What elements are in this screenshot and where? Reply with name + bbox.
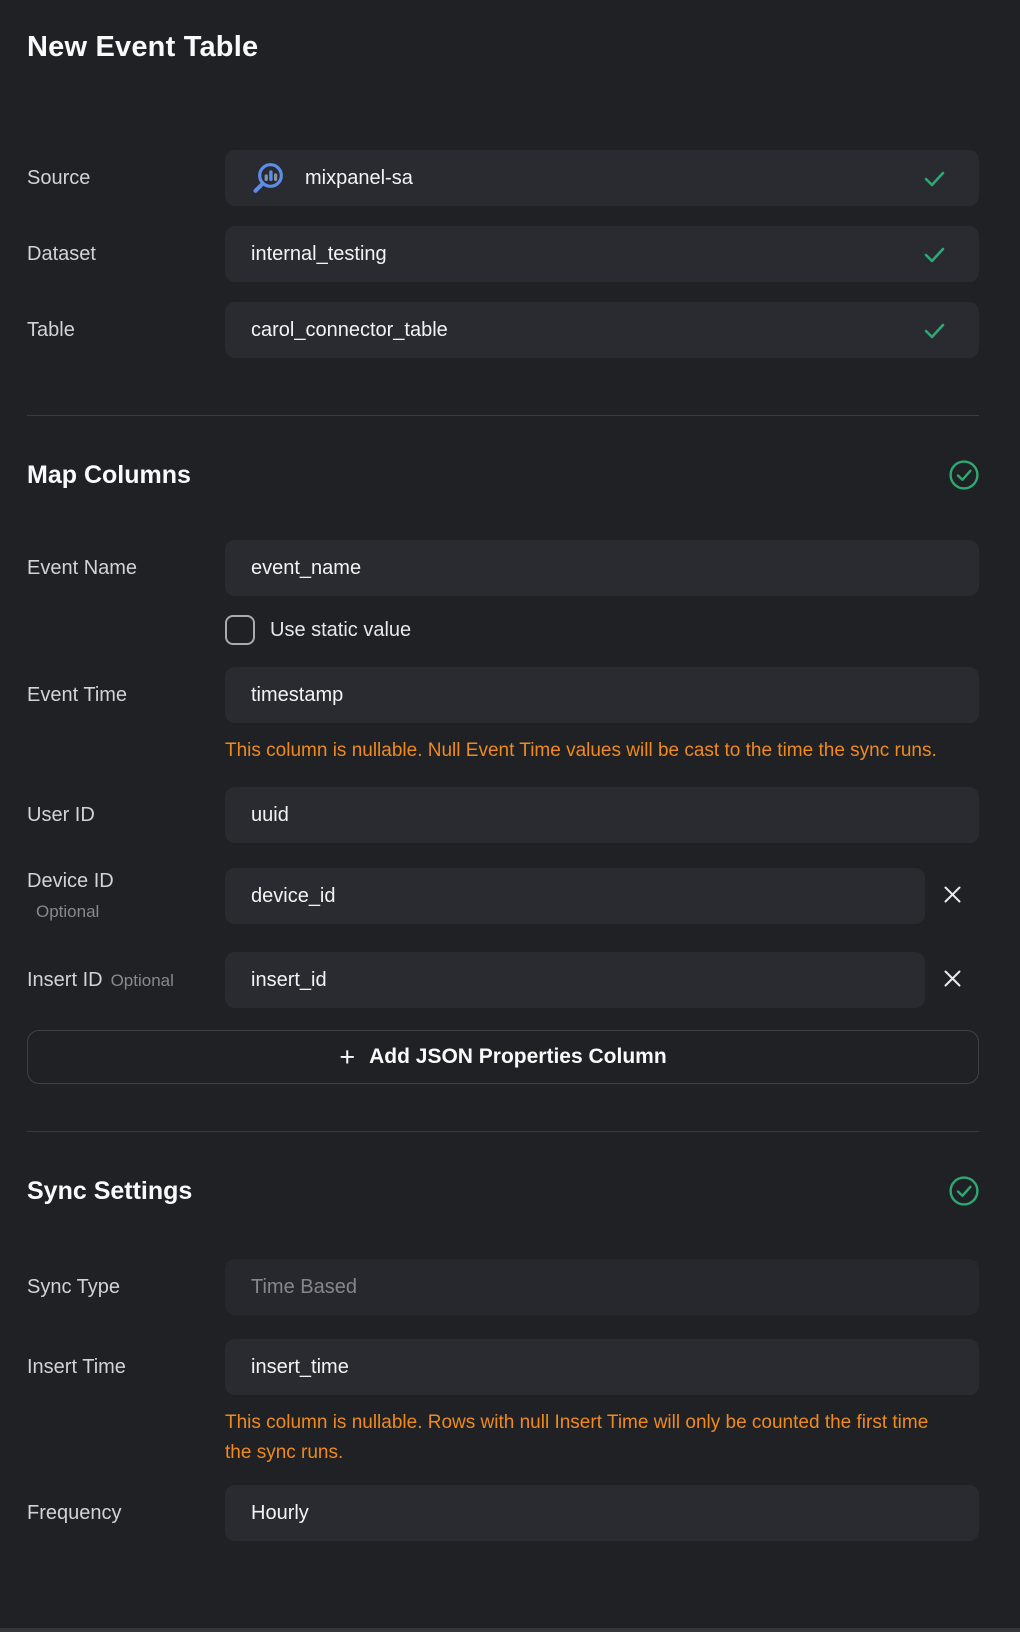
insert-id-remove-button[interactable] (938, 964, 967, 996)
event-name-label: Event Name (27, 556, 225, 580)
table-label: Table (27, 318, 225, 342)
green-check-icon (924, 246, 945, 263)
source-row: Source mixpanel-sa (27, 150, 979, 206)
device-id-label: Device ID Optional (27, 869, 225, 924)
green-check-icon (924, 322, 945, 339)
green-circle-check-icon (949, 1176, 979, 1206)
user-id-select[interactable]: uuid (225, 787, 979, 843)
use-static-value-checkbox[interactable] (225, 615, 255, 645)
insert-id-remove-slot (925, 964, 979, 996)
dataset-row: Dataset internal_testing (27, 226, 979, 282)
device-id-row: Device ID Optional device_id (27, 868, 979, 924)
map-columns-header: Map Columns (27, 460, 979, 490)
event-name-select[interactable]: event_name (225, 540, 979, 596)
user-id-value: uuid (251, 804, 953, 827)
add-json-properties-label: Add JSON Properties Column (369, 1045, 667, 1069)
device-id-optional-text: Optional (27, 900, 225, 924)
source-value: mixpanel-sa (305, 167, 908, 190)
add-json-properties-button[interactable]: + Add JSON Properties Column (27, 1030, 979, 1084)
section-divider (27, 415, 979, 416)
insert-id-label: Insert ID Optional (27, 968, 225, 993)
device-id-label-text: Device ID (27, 870, 114, 892)
sync-settings-title: Sync Settings (27, 1177, 192, 1206)
event-time-row: Event Time timestamp (27, 667, 979, 723)
map-columns-title: Map Columns (27, 461, 191, 490)
frequency-label: Frequency (27, 1501, 225, 1525)
event-time-value: timestamp (251, 684, 953, 707)
event-time-select[interactable]: timestamp (225, 667, 979, 723)
insert-time-label: Insert Time (27, 1355, 225, 1379)
device-id-remove-slot (925, 880, 979, 912)
event-name-row: Event Name event_name (27, 540, 979, 596)
insert-time-warning: This column is nullable. Rows with null … (225, 1408, 937, 1468)
insert-time-value: insert_time (251, 1356, 953, 1379)
insert-time-row: Insert Time insert_time (27, 1339, 979, 1395)
green-circle-check-icon (949, 460, 979, 490)
dataset-select[interactable]: internal_testing (225, 226, 979, 282)
frequency-value: Hourly (251, 1502, 953, 1525)
use-static-value-label: Use static value (270, 619, 411, 642)
sync-type-label: Sync Type (27, 1275, 225, 1299)
event-name-value: event_name (251, 557, 953, 580)
page-title: New Event Table (27, 30, 979, 64)
insert-id-value: insert_id (251, 969, 899, 992)
x-icon (944, 886, 961, 906)
green-check-icon (924, 170, 945, 187)
x-icon (944, 970, 961, 990)
sync-type-value: Time Based (251, 1276, 953, 1299)
dataset-label: Dataset (27, 242, 225, 266)
table-value: carol_connector_table (251, 319, 908, 342)
user-id-label: User ID (27, 803, 225, 827)
event-time-warning: This column is nullable. Null Event Time… (225, 736, 937, 766)
magnifier-bar-chart-icon (251, 161, 285, 195)
frequency-select[interactable]: Hourly (225, 1485, 979, 1541)
device-id-select[interactable]: device_id (225, 868, 925, 924)
insert-id-optional-text: Optional (111, 971, 174, 990)
sync-type-select[interactable]: Time Based (225, 1259, 979, 1315)
insert-id-select[interactable]: insert_id (225, 952, 925, 1008)
sync-settings-header: Sync Settings (27, 1176, 979, 1206)
device-id-value: device_id (251, 885, 899, 908)
device-id-remove-button[interactable] (938, 880, 967, 912)
static-value-row: Use static value (225, 615, 979, 645)
footer-edge (0, 1628, 1020, 1632)
section-divider (27, 1131, 979, 1132)
source-label: Source (27, 166, 225, 190)
plus-icon: + (339, 1044, 355, 1071)
sync-type-row: Sync Type Time Based (27, 1259, 979, 1315)
insert-id-label-text: Insert ID (27, 969, 103, 991)
table-select[interactable]: carol_connector_table (225, 302, 979, 358)
source-select[interactable]: mixpanel-sa (225, 150, 979, 206)
event-time-label: Event Time (27, 683, 225, 707)
insert-time-select[interactable]: insert_time (225, 1339, 979, 1395)
dataset-value: internal_testing (251, 243, 908, 266)
table-row: Table carol_connector_table (27, 302, 979, 358)
insert-id-row: Insert ID Optional insert_id (27, 952, 979, 1008)
new-event-table-form: New Event Table Source mixpanel-sa Datas… (0, 0, 1020, 1541)
frequency-row: Frequency Hourly (27, 1485, 979, 1541)
user-id-row: User ID uuid (27, 787, 979, 843)
